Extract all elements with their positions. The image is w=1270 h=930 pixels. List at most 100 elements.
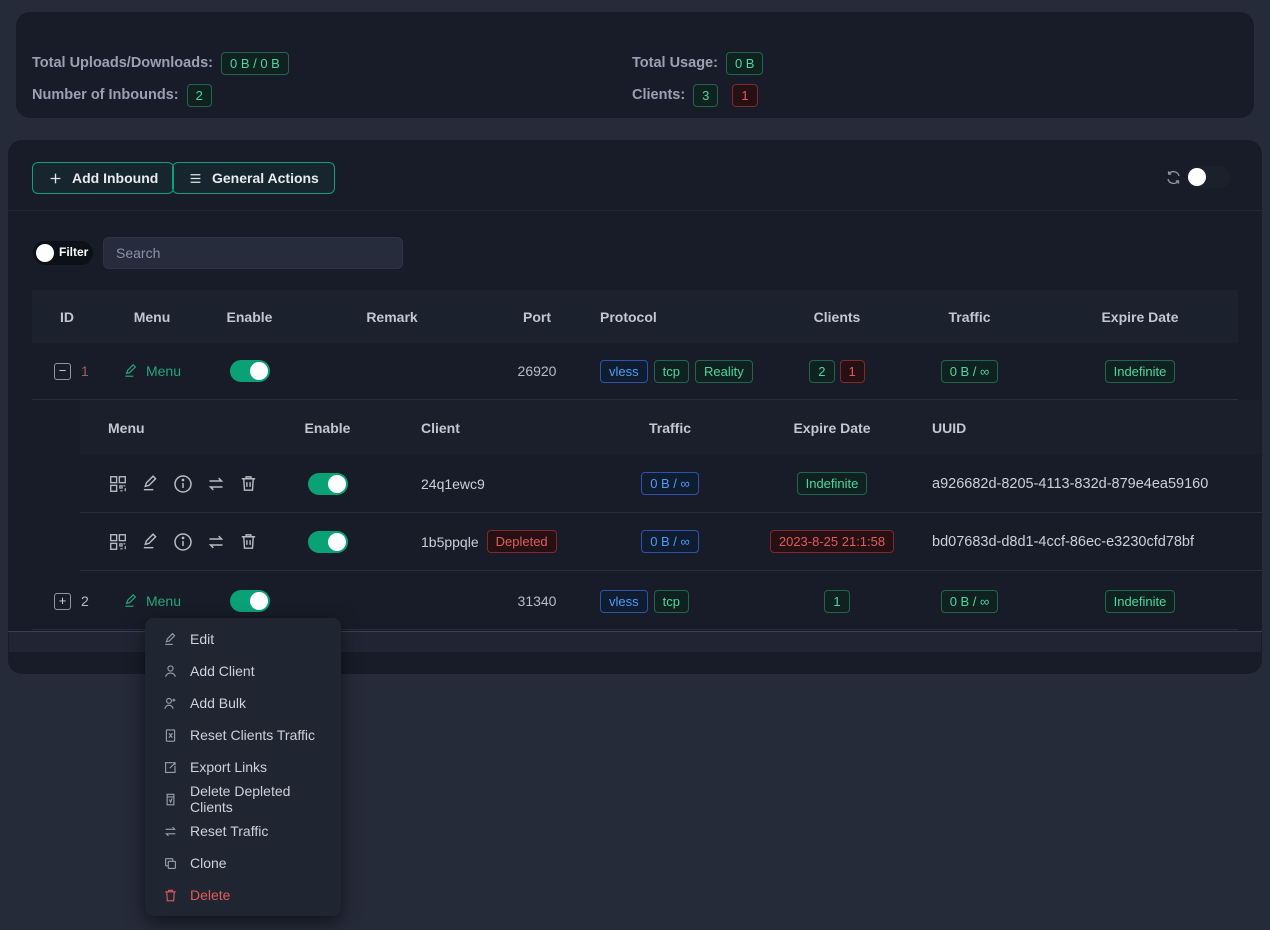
inbounds-page: Total Uploads/Downloads: 0 B / 0 B Numbe… [0, 0, 1270, 930]
depleted-badge: Depleted [487, 530, 557, 553]
reset-traffic-icon [163, 824, 178, 839]
edit-icon [163, 632, 178, 647]
client-row-2: 1b5ppqle Depleted 0 B / ∞ 2023-8-25 21:1… [80, 513, 1262, 571]
stat-total-usage: Total Usage: 0 B [632, 50, 763, 76]
inbound-menu-label: Menu [146, 363, 181, 379]
stat-clients: Clients: 3 1 [632, 82, 758, 108]
expire-badge: Indefinite [1105, 360, 1176, 383]
info-icon[interactable] [173, 532, 193, 552]
clone-icon [163, 856, 178, 871]
menu-item-reset-traffic[interactable]: Reset Traffic [145, 815, 341, 847]
edit-icon[interactable] [141, 474, 160, 493]
clients-ok-badge: 1 [824, 590, 849, 613]
delete-icon [163, 888, 178, 903]
stat-value-badge: 0 B [726, 52, 764, 75]
client-enable-toggle[interactable] [308, 531, 348, 553]
stat-value-badge: 2 [187, 84, 212, 107]
inbound-menu-button[interactable]: Menu [123, 593, 181, 609]
client-name: 1b5ppqle [421, 534, 479, 550]
reset-clients-traffic-icon [163, 728, 178, 743]
add-inbound-label: Add Inbound [72, 170, 158, 186]
general-actions-button[interactable]: General Actions [172, 162, 335, 194]
search-box [103, 237, 403, 269]
stat-number-of-inbounds: Number of Inbounds: 2 [32, 82, 212, 108]
filter-toggle[interactable]: Filter [33, 241, 93, 265]
info-icon[interactable] [173, 474, 193, 494]
menu-item-delete[interactable]: Delete [145, 879, 341, 911]
menu-item-delete-depleted-clients[interactable]: Delete Depleted Clients [145, 783, 341, 815]
filter-toggle-label: Filter [59, 245, 88, 259]
traffic-badge: 0 B / ∞ [941, 590, 999, 613]
inbounds-table-header: ID Menu Enable Remark Port Protocol Clie… [32, 290, 1238, 343]
collapse-row-button[interactable]: − [54, 363, 71, 380]
qrcode-icon[interactable] [108, 532, 128, 552]
inbound-remark [297, 343, 487, 399]
inbound-menu-button[interactable]: Menu [123, 363, 181, 379]
header-protocol: Protocol [587, 290, 777, 343]
inbounds-card: Add Inbound General Actions Filter [8, 140, 1262, 674]
inbound-row-1: − 1 Menu 26920 vless tcp Realit [32, 343, 1238, 400]
dark-mode-toggle[interactable] [1186, 166, 1230, 188]
stat-label: Number of Inbounds: [32, 87, 179, 103]
delete-client-icon[interactable] [239, 532, 258, 551]
inbound-enable-toggle[interactable] [230, 360, 270, 382]
traffic-badge: 0 B / ∞ [941, 360, 999, 383]
qrcode-icon[interactable] [108, 474, 128, 494]
client-traffic-badge: 0 B / ∞ [641, 472, 699, 495]
network-badge: tcp [654, 360, 689, 383]
menu-item-reset-clients-traffic[interactable]: Reset Clients Traffic [145, 719, 341, 751]
header-enable: Enable [270, 400, 385, 455]
header-traffic: Traffic [590, 400, 750, 455]
header-expire-date: Expire Date [1042, 290, 1238, 343]
clients-depleted-badge: 1 [732, 84, 757, 107]
menu-item-export-links[interactable]: Export Links [145, 751, 341, 783]
inbound-menu-label: Menu [146, 593, 181, 609]
client-expire-badge: 2023-8-25 21:1:58 [770, 530, 894, 553]
header-expire-date: Expire Date [750, 400, 914, 455]
protocol-badge: vless [600, 360, 648, 383]
header-traffic: Traffic [897, 290, 1042, 343]
clients-table-wrap: Menu Enable Client Traffic Expire Date U… [32, 400, 1238, 573]
header-remark: Remark [297, 290, 487, 343]
search-input[interactable] [104, 238, 402, 268]
header-clients: Clients [777, 290, 897, 343]
clients-depleted-badge: 1 [840, 360, 865, 383]
refresh-icon[interactable] [1165, 169, 1182, 186]
expand-row-button[interactable]: + [54, 593, 71, 610]
header-port: Port [487, 290, 587, 343]
security-badge: Reality [695, 360, 753, 383]
expire-badge: Indefinite [1105, 590, 1176, 613]
clients-table: Menu Enable Client Traffic Expire Date U… [80, 400, 1262, 571]
stat-label: Total Uploads/Downloads: [32, 55, 213, 71]
inbound-id: 1 [81, 363, 89, 379]
menu-lines-icon [188, 171, 203, 186]
inbound-enable-toggle[interactable] [230, 590, 270, 612]
header-menu: Menu [102, 290, 202, 343]
reset-traffic-icon[interactable] [206, 532, 226, 552]
menu-item-clone[interactable]: Clone [145, 847, 341, 879]
inbound-id: 2 [81, 593, 89, 609]
edit-icon[interactable] [141, 532, 160, 551]
inbound-port: 26920 [518, 363, 557, 379]
menu-item-add-bulk[interactable]: Add Bulk [145, 687, 341, 719]
header-client: Client [385, 400, 590, 455]
reset-traffic-icon[interactable] [206, 474, 226, 494]
clients-active-badge: 3 [693, 84, 718, 107]
add-bulk-icon [163, 696, 178, 711]
stat-total-uploads-downloads: Total Uploads/Downloads: 0 B / 0 B [32, 50, 289, 76]
client-row-1: 24q1ewc9 0 B / ∞ Indefinite a926682d-820… [80, 455, 1262, 513]
client-expire-badge: Indefinite [797, 472, 868, 495]
edit-icon [123, 363, 139, 379]
menu-item-edit[interactable]: Edit [145, 623, 341, 655]
clients-table-header: Menu Enable Client Traffic Expire Date U… [80, 400, 1262, 455]
header-id: ID [32, 290, 102, 343]
header-uuid: UUID [914, 400, 1262, 455]
stats-card: Total Uploads/Downloads: 0 B / 0 B Numbe… [16, 12, 1254, 118]
client-traffic-badge: 0 B / ∞ [641, 530, 699, 553]
client-enable-toggle[interactable] [308, 473, 348, 495]
header-enable: Enable [202, 290, 297, 343]
delete-client-icon[interactable] [239, 474, 258, 493]
menu-item-add-client[interactable]: Add Client [145, 655, 341, 687]
add-inbound-button[interactable]: Add Inbound [32, 162, 174, 194]
client-name: 24q1ewc9 [421, 476, 485, 492]
